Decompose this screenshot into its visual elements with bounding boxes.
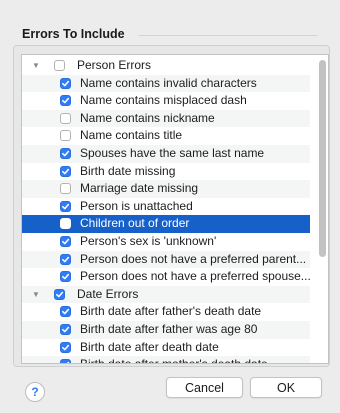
row-label: Date Errors [77,286,139,301]
checkbox[interactable] [60,236,71,247]
list-item[interactable]: Person is unattached [22,198,310,216]
checkbox[interactable] [60,359,71,363]
row-label: Name contains invalid characters [80,75,257,90]
list-item[interactable]: Person does not have a preferred parent.… [22,250,310,269]
list-item[interactable]: Name contains invalid characters [22,74,310,93]
row-label: Birth date after father's death date [80,304,262,319]
checkbox[interactable] [60,77,71,89]
help-button[interactable]: ? [25,382,45,402]
section-title: Errors To Include [22,27,125,41]
ok-button[interactable]: OK [250,377,322,398]
list-item[interactable]: Name contains misplaced dash [22,92,310,110]
row-label: Name contains nickname [80,110,215,125]
row-label: Birth date missing [80,163,176,178]
list-item[interactable]: Birth date after mother's death date [22,356,310,363]
list-item[interactable]: Person's sex is 'unknown' [22,233,310,251]
disclosure-triangle-icon[interactable]: ▼ [31,286,41,303]
section-title-rule [138,35,318,36]
row-label: Person Errors [77,58,152,72]
list-item[interactable]: Marriage date missing [22,180,310,198]
row-label: Marriage date missing [80,181,199,196]
row-label: Person does not have a preferred spouse.… [80,269,310,284]
row-label: Person does not have a preferred parent.… [80,251,307,266]
row-label: Name contains title [80,128,183,143]
list-item[interactable]: Birth date after death date [22,339,310,357]
row-label: Children out of order [80,216,190,231]
list-item[interactable]: Birth date after father was age 80 [22,321,310,339]
list-item[interactable]: Children out of order [22,215,310,233]
checkbox[interactable] [60,218,71,230]
checkbox[interactable] [60,341,71,353]
row-label: Name contains misplaced dash [80,93,247,108]
list-item[interactable]: Name contains nickname [22,109,310,128]
row-label: Birth date after death date [80,339,219,354]
checkbox[interactable] [60,324,71,335]
row-label: Spouses have the same last name [80,146,265,160]
errors-list[interactable]: Birth date after mother's death date Birt… [21,54,329,364]
checkbox[interactable] [60,148,71,159]
row-label: Person is unattached [80,198,193,213]
checkbox[interactable] [60,306,71,318]
checkbox[interactable] [60,183,71,195]
checkbox[interactable] [54,60,65,71]
row-label: Birth date after father was age 80 [80,322,258,336]
row-label: Birth date after mother's death date [80,356,268,363]
checkbox[interactable] [60,95,71,107]
list-scrollbar[interactable] [319,58,326,358]
group-row[interactable]: ▼ Person Errors [22,57,310,75]
checkbox[interactable] [60,271,71,283]
checkbox[interactable] [60,165,71,177]
disclosure-triangle-icon[interactable]: ▼ [31,57,41,74]
cancel-button[interactable]: Cancel [166,377,243,398]
row-label: Person's sex is 'unknown' [80,234,217,248]
list-item[interactable]: Name contains title [22,127,310,145]
checkbox[interactable] [54,288,65,300]
list-item[interactable]: Person does not have a preferred spouse.… [22,268,310,286]
checkbox[interactable] [60,200,71,212]
list-item[interactable]: Birth date after father's death date [22,303,310,321]
list-item[interactable]: Spouses have the same last name [22,145,310,163]
list-item[interactable]: Birth date missing [22,163,310,181]
checkbox[interactable] [60,253,71,265]
checkbox[interactable] [60,112,71,124]
scroll-thumb[interactable] [319,60,326,257]
group-row[interactable]: ▼ Date Errors [22,285,310,304]
checkbox[interactable] [60,130,71,142]
